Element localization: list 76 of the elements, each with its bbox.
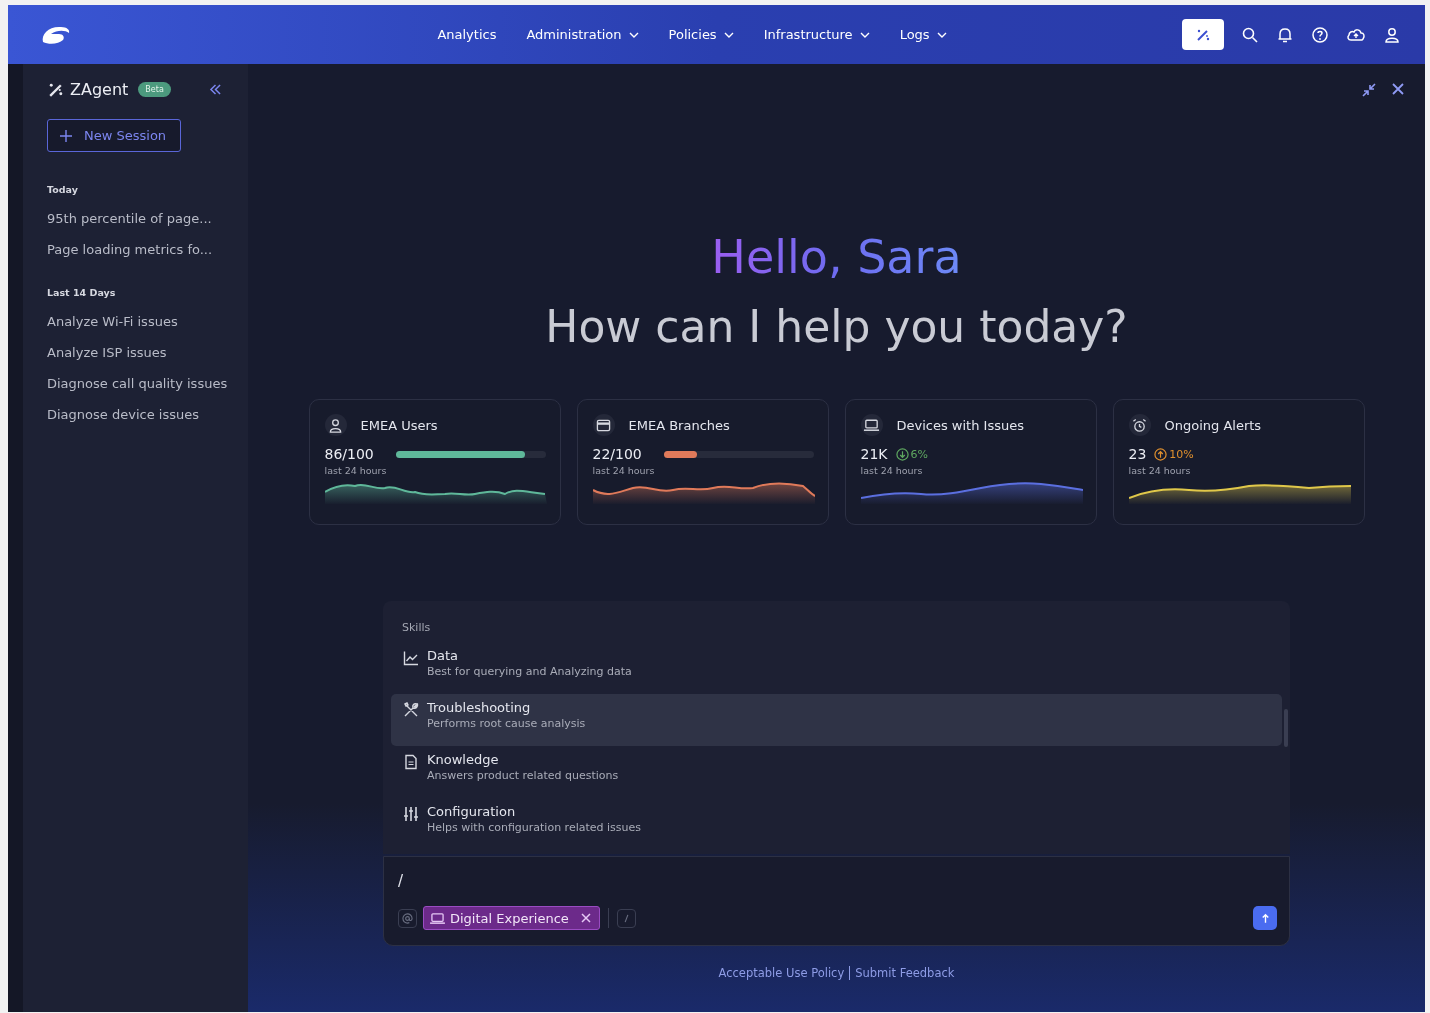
send-button[interactable]: [1253, 906, 1277, 930]
tools-icon: [403, 702, 419, 718]
browser-window-icon: [596, 417, 611, 433]
time-range-caption: last 24 hours: [1128, 465, 1192, 476]
plus-icon: [60, 129, 72, 142]
skill-description: Performs root cause analysis: [427, 717, 586, 730]
skill-description: Answers product related questions: [427, 769, 619, 782]
time-range-caption: last 24 hours: [592, 465, 656, 476]
search-icon[interactable]: [1241, 25, 1259, 44]
message-input-field[interactable]: /: [398, 869, 1277, 893]
nav-menu-item[interactable]: Infrastructure: [763, 27, 870, 42]
trend-indicator: 6%: [895, 447, 928, 461]
skill-option[interactable]: Data Best for querying and Analyzing data: [391, 642, 1282, 694]
session-history-item[interactable]: Analyze Wi-Fi issues: [47, 306, 232, 337]
close-icon[interactable]: [1391, 82, 1405, 96]
metric-card[interactable]: Devices with Issues 21K 6% last 24 hours: [844, 399, 1097, 525]
beta-badge: Beta: [138, 82, 171, 97]
history-group-heading: Last 14 Days: [47, 287, 117, 298]
user-icon[interactable]: [1383, 25, 1401, 44]
metric-value: 22/100: [592, 446, 642, 462]
sliders-icon: [403, 806, 419, 822]
session-history-item[interactable]: Diagnose device issues: [47, 399, 232, 430]
mention-button[interactable]: [398, 908, 417, 928]
user-icon: [328, 417, 343, 433]
nav-menu-item[interactable]: Policies: [668, 27, 734, 42]
nav-menu-item[interactable]: Administration: [526, 27, 639, 42]
metric-card[interactable]: Ongoing Alerts 23 10% last 24 hours: [1112, 399, 1365, 525]
context-chip[interactable]: Digital Experience: [423, 906, 600, 930]
skill-title: Data: [427, 648, 460, 663]
laptop-icon: [863, 418, 880, 432]
card-title: EMEA Branches: [628, 417, 730, 433]
collapse-icon[interactable]: [209, 84, 222, 95]
help-icon[interactable]: [1311, 25, 1329, 44]
metric-card[interactable]: EMEA Branches 22/100 last 24 hours: [576, 399, 829, 525]
metric-card[interactable]: EMEA Users 86/100 last 24 hours: [308, 399, 561, 525]
session-history-item[interactable]: Analyze ISP issues: [47, 337, 232, 368]
minimize-icon[interactable]: [1361, 82, 1377, 98]
session-history-item[interactable]: 95th percentile of page...: [47, 203, 232, 234]
skill-option[interactable]: Configuration Helps with configuration related issues: [391, 798, 1282, 850]
alarm-clock-icon: [1132, 417, 1147, 433]
footer-link[interactable]: Acceptable Use Policy: [718, 966, 845, 980]
laptop-icon: [429, 911, 446, 925]
magic-wand-icon: [47, 81, 64, 98]
session-history-item[interactable]: Diagnose call quality issues: [47, 368, 232, 399]
skill-option[interactable]: Knowledge Answers product related questions: [391, 746, 1282, 798]
new-session-button[interactable]: New Session: [47, 119, 182, 152]
skill-title: Troubleshooting: [427, 700, 532, 715]
at-sign-icon: [402, 912, 413, 924]
nav-menu-item[interactable]: Analytics: [437, 27, 497, 42]
skill-title: Knowledge: [427, 752, 500, 767]
footer-link[interactable]: Submit Feedback: [855, 966, 955, 980]
skills-heading: Skills: [402, 621, 432, 634]
card-title: Ongoing Alerts: [1164, 417, 1262, 433]
skill-title: Configuration: [427, 804, 517, 819]
metric-value: 86/100: [324, 446, 374, 462]
time-range-caption: last 24 hours: [860, 465, 924, 476]
message-composer[interactable]: / Digital Experience: [383, 856, 1290, 946]
trend-indicator: 10%: [1154, 447, 1194, 461]
line-chart-icon: [403, 650, 419, 666]
history-group-heading: Today: [47, 184, 79, 195]
skill-description: Best for querying and Analyzing data: [427, 665, 632, 678]
document-icon: [403, 754, 419, 770]
session-history-item[interactable]: Page loading metrics fo...: [47, 234, 232, 265]
metric-value: 21K: [860, 446, 888, 462]
skill-description: Helps with configuration related issues: [427, 821, 641, 834]
remove-icon[interactable]: [580, 913, 591, 923]
metric-value: 23: [1128, 446, 1147, 462]
card-title: EMEA Users: [360, 417, 438, 433]
magic-wand-button[interactable]: [1182, 19, 1224, 50]
greeting-question: How can I help you today?: [545, 300, 1128, 354]
time-range-caption: last 24 hours: [324, 465, 388, 476]
skill-option[interactable]: Troubleshooting Performs root cause analysis: [391, 694, 1282, 746]
sidebar-title: ZAgent: [70, 80, 129, 99]
bell-icon[interactable]: [1276, 25, 1294, 44]
card-title: Devices with Issues: [896, 417, 1024, 433]
nav-menu-item[interactable]: Logs: [899, 27, 947, 42]
